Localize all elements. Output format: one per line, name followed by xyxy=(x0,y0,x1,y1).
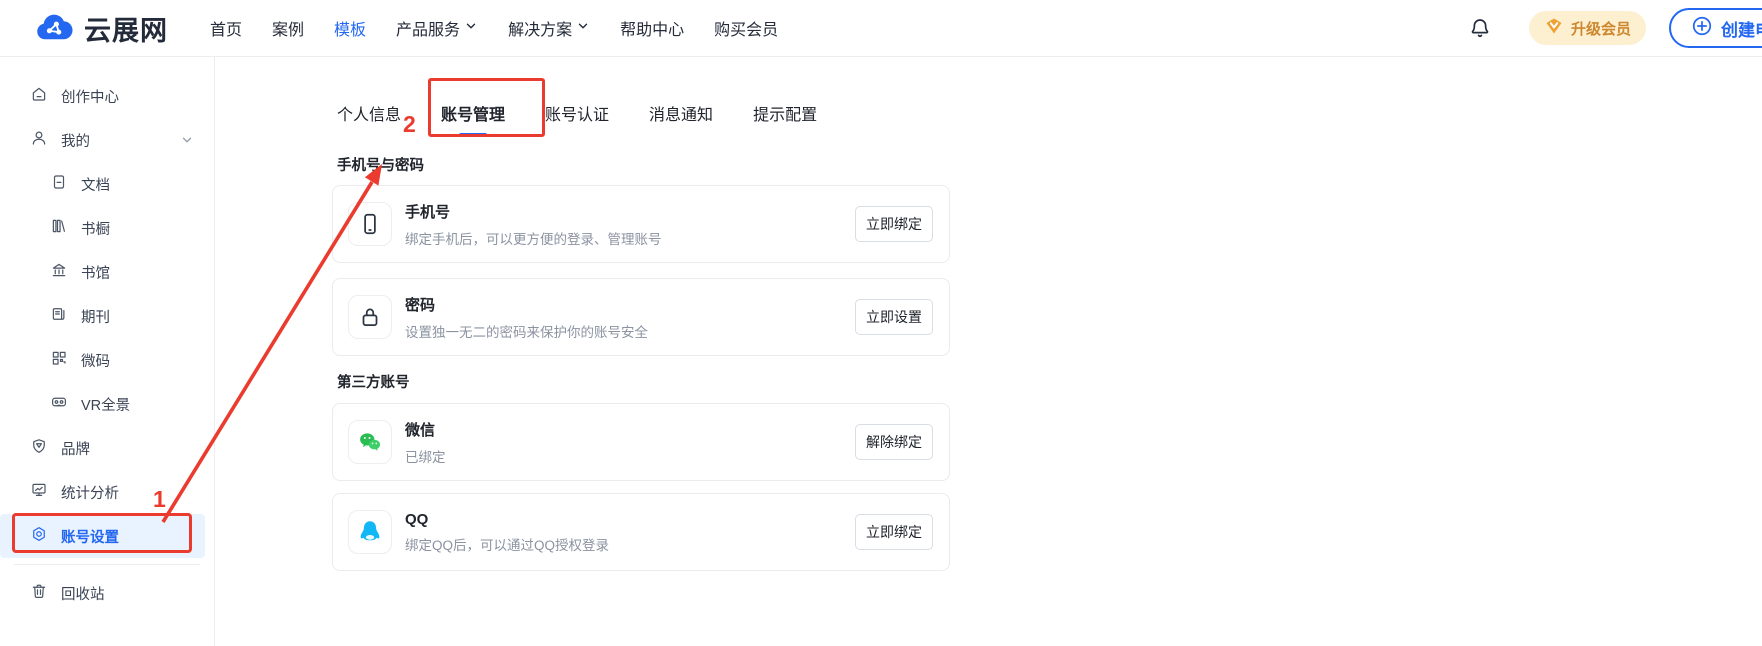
qq-card: QQ 绑定QQ后，可以通过QQ授权登录 立即绑定 xyxy=(332,493,950,571)
creation-center-icon xyxy=(30,85,48,107)
card-title: QQ xyxy=(405,511,609,528)
card-desc: 已绑定 xyxy=(405,446,446,466)
chevron-down-icon xyxy=(576,19,590,38)
sidebar-item-recycle-bin[interactable]: 回收站 xyxy=(0,571,214,615)
section-title-phone-password: 手机号与密码 xyxy=(337,154,424,175)
user-icon xyxy=(30,129,48,151)
card-desc: 设置独一无二的密码来保护你的账号安全 xyxy=(405,321,648,341)
sidebar-item-mine[interactable]: 我的 xyxy=(0,118,214,162)
wechat-card: 微信 已绑定 解除绑定 xyxy=(332,403,950,481)
card-desc: 绑定手机后，可以更方便的登录、管理账号 xyxy=(405,228,662,248)
tab-account-verification[interactable]: 账号认证 xyxy=(545,101,609,137)
phone-card: 手机号 绑定手机后，可以更方便的登录、管理账号 立即绑定 xyxy=(332,185,950,263)
chevron-down-icon[interactable] xyxy=(180,133,194,151)
qrcode-icon xyxy=(50,349,68,371)
cloud-logo-icon xyxy=(33,9,75,48)
plus-circle-icon xyxy=(1691,15,1713,42)
main-content: 个人信息 账号管理 账号认证 消息通知 提示配置 手机号与密码 手机号 绑定手机… xyxy=(215,57,1762,646)
wechat-icon xyxy=(348,420,392,464)
nav-item-templates[interactable]: 模板 xyxy=(334,16,366,40)
logo[interactable]: 云展网 xyxy=(33,9,168,48)
sidebar-item-documents[interactable]: 文档 xyxy=(0,162,214,206)
password-card: 密码 设置独一无二的密码来保护你的账号安全 立即设置 xyxy=(332,278,950,356)
upgrade-membership-label: 升级会员 xyxy=(1571,18,1631,39)
sidebar-divider xyxy=(14,564,200,565)
journal-icon xyxy=(50,305,68,327)
vip-badge-icon xyxy=(1544,16,1564,41)
sidebar-item-analytics[interactable]: 统计分析 xyxy=(0,470,214,514)
tab-personal-info[interactable]: 个人信息 xyxy=(337,101,401,137)
nav-item-buy-membership[interactable]: 购买会员 xyxy=(714,16,778,40)
nav-item-solutions[interactable]: 解决方案 xyxy=(508,16,590,40)
create-ebook-label: 创建电 xyxy=(1721,16,1762,41)
qq-icon xyxy=(348,510,392,554)
main-nav: 首页 案例 模板 产品服务 解决方案 帮助中心 购买会员 xyxy=(210,16,778,40)
notification-bell-icon[interactable] xyxy=(1468,16,1492,40)
chevron-down-icon xyxy=(464,19,478,38)
sidebar-item-brand[interactable]: 品牌 xyxy=(0,426,214,470)
upgrade-membership-button[interactable]: 升级会员 xyxy=(1529,11,1646,45)
sidebar-item-vr-panorama[interactable]: VR全景 xyxy=(0,382,214,426)
brand-icon xyxy=(30,437,48,459)
library-icon xyxy=(50,261,68,283)
analytics-icon xyxy=(30,481,48,503)
create-ebook-button[interactable]: 创建电 xyxy=(1669,8,1762,48)
top-bar: 云展网 首页 案例 模板 产品服务 解决方案 帮助中心 购买会员 升级会员 xyxy=(0,0,1762,57)
tab-message-notification[interactable]: 消息通知 xyxy=(649,101,713,137)
unbind-wechat-button[interactable]: 解除绑定 xyxy=(855,424,933,460)
trash-icon xyxy=(30,582,48,604)
set-password-button[interactable]: 立即设置 xyxy=(855,299,933,335)
nav-item-cases[interactable]: 案例 xyxy=(272,16,304,40)
active-tab-underline xyxy=(459,133,487,137)
bind-qq-button[interactable]: 立即绑定 xyxy=(855,514,933,550)
card-title: 密码 xyxy=(405,294,648,315)
sidebar-item-creation-center[interactable]: 创作中心 xyxy=(0,74,214,118)
vr-icon xyxy=(50,393,68,415)
sidebar-item-journal[interactable]: 期刊 xyxy=(0,294,214,338)
document-icon xyxy=(50,173,68,195)
section-title-third-party: 第三方账号 xyxy=(337,371,410,392)
settings-tabs: 个人信息 账号管理 账号认证 消息通知 提示配置 xyxy=(337,101,817,137)
sidebar-item-library[interactable]: 书馆 xyxy=(0,250,214,294)
settings-icon xyxy=(30,525,48,547)
sidebar-item-account-settings[interactable]: 账号设置 xyxy=(0,514,205,558)
bookshelf-icon xyxy=(50,217,68,239)
nav-item-home[interactable]: 首页 xyxy=(210,16,242,40)
card-desc: 绑定QQ后，可以通过QQ授权登录 xyxy=(405,534,609,554)
phone-icon xyxy=(348,202,392,246)
lock-icon xyxy=(348,295,392,339)
tab-prompt-config[interactable]: 提示配置 xyxy=(753,101,817,137)
card-title: 手机号 xyxy=(405,201,662,222)
bind-phone-button[interactable]: 立即绑定 xyxy=(855,206,933,242)
card-title: 微信 xyxy=(405,419,446,440)
nav-item-products[interactable]: 产品服务 xyxy=(396,16,478,40)
sidebar-item-micro-code[interactable]: 微码 xyxy=(0,338,214,382)
logo-text: 云展网 xyxy=(84,9,168,48)
sidebar: 创作中心 我的 文档 书橱 书馆 期刊 微码 VR全景 品牌 统计分析 账号设置 xyxy=(0,57,215,646)
tab-account-management[interactable]: 账号管理 xyxy=(441,101,505,137)
nav-item-help-center[interactable]: 帮助中心 xyxy=(620,16,684,40)
sidebar-item-bookshelf[interactable]: 书橱 xyxy=(0,206,214,250)
